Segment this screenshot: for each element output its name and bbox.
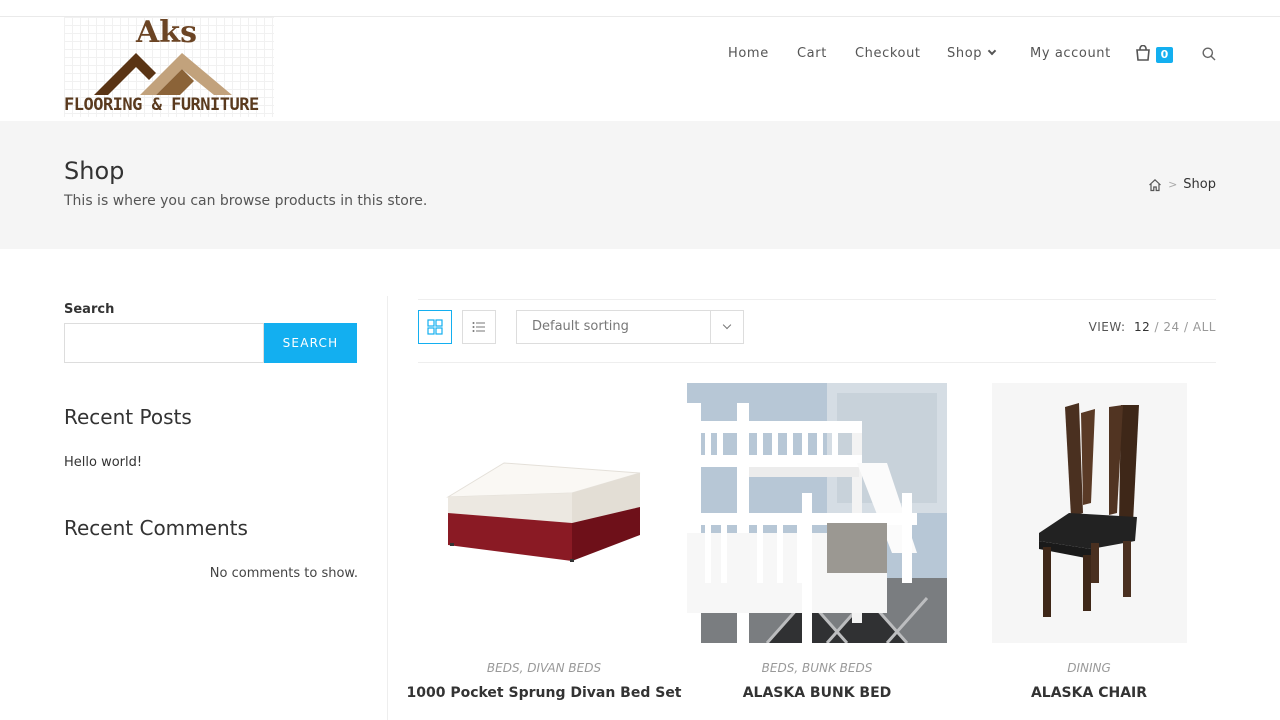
category-link[interactable]: DIVAN BEDS — [527, 661, 601, 675]
product-image[interactable] — [959, 383, 1219, 643]
list-view-button[interactable] — [462, 310, 496, 344]
page-subtitle: This is where you can browse products in… — [64, 193, 428, 209]
category-link[interactable]: BEDS — [762, 661, 795, 675]
nav-checkout[interactable]: Checkout — [855, 46, 921, 61]
view-option-24[interactable]: 24 — [1163, 320, 1179, 334]
view-current[interactable]: 12 — [1134, 320, 1150, 334]
no-comments-text: No comments to show. — [209, 566, 358, 581]
search-icon[interactable] — [1202, 47, 1216, 61]
dining-chair-image — [959, 383, 1219, 643]
divan-bed-image — [414, 383, 674, 643]
nav-shop[interactable]: Shop — [947, 46, 997, 61]
nav-my-account[interactable]: My account — [1030, 46, 1111, 61]
view-separator: / — [1154, 320, 1160, 334]
search-widget-label: Search — [64, 302, 115, 317]
view-label: VIEW: — [1088, 320, 1126, 334]
cart-count-badge[interactable]: 0 — [1156, 47, 1173, 63]
sort-selected-value: Default sorting — [532, 319, 629, 334]
view-option-all[interactable]: ALL — [1193, 320, 1216, 334]
nav-cart[interactable]: Cart — [797, 46, 827, 61]
chevron-down-icon — [710, 311, 743, 343]
sort-select[interactable]: Default sorting — [516, 310, 744, 344]
nav-home[interactable]: Home — [728, 46, 769, 61]
recent-comments-heading: Recent Comments — [64, 516, 248, 540]
product-image[interactable] — [414, 383, 674, 643]
page-header: Shop This is where you can browse produc… — [0, 121, 1280, 249]
recent-post-link[interactable]: Hello world! — [64, 455, 142, 470]
product-image[interactable] — [687, 383, 947, 643]
shop-toolbar: Default sorting VIEW: 12 / 24 / ALL — [418, 299, 1216, 363]
category-link[interactable]: DINING — [1067, 661, 1111, 675]
product-categories: BEDS, DIVAN BEDS — [486, 661, 602, 675]
site-logo[interactable]: Aks FLOORING & FURNITURE — [64, 15, 279, 117]
site-header: Aks FLOORING & FURNITURE Home Cart Check… — [0, 15, 1280, 121]
product-title[interactable]: ALASKA CHAIR — [939, 685, 1239, 701]
category-link[interactable]: BUNK BEDS — [802, 661, 872, 675]
breadcrumb: > Shop — [1148, 177, 1216, 192]
product-title[interactable]: 1000 Pocket Sprung Divan Bed Set — [394, 685, 694, 701]
search-button[interactable]: SEARCH — [264, 323, 357, 363]
nav-shop-label: Shop — [947, 46, 983, 61]
recent-posts-heading: Recent Posts — [64, 405, 192, 429]
grid-icon — [427, 319, 443, 335]
breadcrumb-current: Shop — [1183, 177, 1216, 192]
page-title: Shop — [64, 157, 125, 185]
home-icon[interactable] — [1148, 178, 1162, 192]
chevron-down-icon — [987, 46, 997, 56]
logo-text-bottom: FLOORING & FURNITURE — [64, 95, 259, 115]
search-input[interactable] — [64, 323, 264, 363]
list-icon — [472, 322, 485, 332]
sidebar-divider — [387, 296, 388, 720]
shopping-bag-icon[interactable] — [1135, 45, 1151, 61]
product-title[interactable]: ALASKA BUNK BED — [667, 685, 967, 701]
category-link[interactable]: BEDS — [487, 661, 520, 675]
breadcrumb-separator: > — [1168, 178, 1178, 191]
product-categories: DINING — [959, 661, 1219, 675]
view-separator: / — [1184, 320, 1189, 334]
logo-roof-icon — [94, 53, 232, 95]
grid-view-button[interactable] — [418, 310, 452, 344]
product-categories: BEDS, BUNK BEDS — [761, 661, 873, 675]
products-per-page: VIEW: 12 / 24 / ALL — [1089, 320, 1216, 334]
bunk-bed-image — [687, 383, 947, 643]
